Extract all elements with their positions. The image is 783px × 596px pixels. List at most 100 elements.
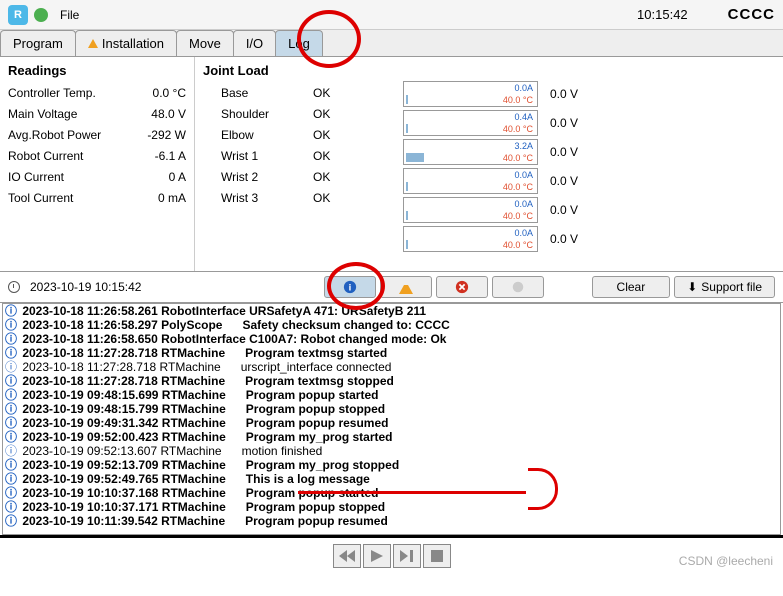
meter-volts: 0.0 V	[550, 174, 578, 188]
log-line[interactable]: ⓘ 2023-10-19 09:49:31.342 RTMachine Prog…	[3, 416, 780, 430]
tab-installation[interactable]: Installation	[75, 30, 177, 56]
meter-volts: 0.0 V	[550, 87, 578, 101]
meter-volts: 0.0 V	[550, 116, 578, 130]
filter-disabled-button[interactable]	[492, 276, 544, 298]
meter-amps: 0.0A	[514, 83, 533, 93]
log-text: 2023-10-18 11:27:28.718 RTMachine urscri…	[19, 360, 391, 374]
status-dot-icon	[34, 8, 48, 22]
log-line[interactable]: ⓘ 2023-10-18 11:27:28.718 RTMachine ursc…	[3, 360, 780, 374]
meter-temp: 40.0 °C	[503, 124, 533, 134]
clear-button[interactable]: Clear	[592, 276, 671, 298]
filter-info-button[interactable]: i	[324, 276, 376, 298]
info-icon: ⓘ	[3, 318, 19, 332]
tab-io[interactable]: I/O	[233, 30, 276, 56]
info-icon: ⓘ	[3, 304, 19, 318]
joint-status: OK	[313, 191, 330, 205]
meter-amps: 0.0A	[514, 199, 533, 209]
joint-row: ElbowOK	[203, 128, 387, 142]
log-line[interactable]: ⓘ 2023-10-18 11:26:58.297 PolyScope Safe…	[3, 318, 780, 332]
joint-row: Wrist 2OK	[203, 170, 387, 184]
log-text: 2023-10-19 09:52:13.607 RTMachine motion…	[19, 444, 322, 458]
log-line[interactable]: ⓘ 2023-10-19 10:10:37.171 RTMachine Prog…	[3, 500, 780, 514]
log-controls: 2023-10-19 10:15:42 i Clear ⬇Support fil…	[0, 271, 783, 303]
joint-row: Wrist 1OK	[203, 149, 387, 163]
meter-row: 3.2A40.0 °C0.0 V	[403, 139, 775, 165]
log-line[interactable]: ⓘ 2023-10-18 11:27:28.718 RTMachine Prog…	[3, 374, 780, 388]
reading-value: 48.0 V	[151, 107, 186, 121]
reading-value: -6.1 A	[155, 149, 186, 163]
info-icon: ⓘ	[3, 472, 19, 486]
joint-name: Wrist 1	[203, 149, 313, 163]
joint-load-panel: Joint Load BaseOKShoulderOKElbowOKWrist …	[195, 57, 395, 271]
log-area[interactable]: ⓘ 2023-10-18 11:26:58.261 RobotInterface…	[2, 303, 781, 535]
log-line[interactable]: ⓘ 2023-10-19 10:11:39.542 RTMachine Prog…	[3, 514, 780, 528]
ur-logo-icon: R	[8, 5, 28, 25]
meter-row: 0.0A40.0 °C0.0 V	[403, 226, 775, 252]
log-timestamp: 2023-10-19 10:15:42	[30, 280, 141, 294]
support-file-button[interactable]: ⬇Support file	[674, 276, 775, 298]
log-line[interactable]: ⓘ 2023-10-19 09:52:49.765 RTMachine This…	[3, 472, 780, 486]
reading-row: Robot Current-6.1 A	[8, 149, 186, 163]
meter-row: 0.0A40.0 °C0.0 V	[403, 197, 775, 223]
reading-value: -292 W	[147, 128, 186, 142]
filter-error-button[interactable]	[436, 276, 488, 298]
log-line[interactable]: ⓘ 2023-10-18 11:26:58.261 RobotInterface…	[3, 304, 780, 318]
warning-icon	[88, 39, 98, 48]
file-menu[interactable]: File	[60, 8, 79, 22]
log-line[interactable]: ⓘ 2023-10-18 11:26:58.650 RobotInterface…	[3, 332, 780, 346]
meter-amps: 0.4A	[514, 112, 533, 122]
joint-status: OK	[313, 128, 330, 142]
reading-label: Main Voltage	[8, 107, 77, 121]
meter-temp: 40.0 °C	[503, 240, 533, 250]
info-icon: ⓘ	[3, 486, 19, 500]
log-line[interactable]: ⓘ 2023-10-19 09:48:15.799 RTMachine Prog…	[3, 402, 780, 416]
log-text: 2023-10-19 09:52:00.423 RTMachine Progra…	[19, 430, 393, 444]
reading-value: 0 A	[169, 170, 186, 184]
log-line[interactable]: ⓘ 2023-10-19 10:10:37.168 RTMachine Prog…	[3, 486, 780, 500]
tab-log[interactable]: Log	[275, 30, 323, 56]
tab-move[interactable]: Move	[176, 30, 234, 56]
joint-row: ShoulderOK	[203, 107, 387, 121]
log-text: 2023-10-18 11:27:28.718 RTMachine Progra…	[19, 346, 387, 360]
stop-button[interactable]	[423, 544, 451, 568]
watermark: CSDN @leecheni	[679, 554, 773, 568]
svg-text:i: i	[348, 283, 351, 294]
filter-warning-button[interactable]	[380, 276, 432, 298]
info-icon: ⓘ	[3, 430, 19, 444]
info-icon: ⓘ	[3, 388, 19, 402]
log-text: 2023-10-19 10:11:39.542 RTMachine Progra…	[19, 514, 388, 528]
joint-name: Base	[203, 86, 313, 100]
log-line[interactable]: ⓘ 2023-10-19 09:52:00.423 RTMachine Prog…	[3, 430, 780, 444]
meter-volts: 0.0 V	[550, 232, 578, 246]
info-icon: ⓘ	[3, 332, 19, 346]
reading-row: IO Current0 A	[8, 170, 186, 184]
log-text: 2023-10-19 09:52:49.765 RTMachine This i…	[19, 472, 370, 486]
play-button[interactable]	[363, 544, 391, 568]
reading-label: Controller Temp.	[8, 86, 96, 100]
main-tabs: Program Installation Move I/O Log	[0, 30, 783, 57]
meter-amps: 3.2A	[514, 141, 533, 151]
joint-load-title: Joint Load	[203, 63, 387, 78]
meter-temp: 40.0 °C	[503, 95, 533, 105]
log-text: 2023-10-19 09:48:15.799 RTMachine Progra…	[19, 402, 385, 416]
log-line[interactable]: ⓘ 2023-10-19 09:52:13.607 RTMachine moti…	[3, 444, 780, 458]
step-button[interactable]	[393, 544, 421, 568]
tab-program[interactable]: Program	[0, 30, 76, 56]
clock-icon	[8, 281, 20, 293]
log-line[interactable]: ⓘ 2023-10-19 09:52:13.709 RTMachine Prog…	[3, 458, 780, 472]
log-line[interactable]: ⓘ 2023-10-19 09:48:15.699 RTMachine Prog…	[3, 388, 780, 402]
info-icon: ⓘ	[3, 444, 19, 458]
reading-row: Controller Temp.0.0 °C	[8, 86, 186, 100]
meter-volts: 0.0 V	[550, 203, 578, 217]
clock-time: 10:15:42	[637, 7, 688, 22]
meter-row: 0.4A 40.0 °C 0.0 V	[403, 110, 775, 136]
rewind-button[interactable]	[333, 544, 361, 568]
reading-label: Avg.Robot Power	[8, 128, 101, 142]
reading-value: 0 mA	[158, 191, 186, 205]
meter-temp: 40.0 °C	[503, 182, 533, 192]
info-icon: ⓘ	[3, 458, 19, 472]
reading-row: Main Voltage 48.0 V	[8, 107, 186, 121]
log-line[interactable]: ⓘ 2023-10-18 11:27:28.718 RTMachine Prog…	[3, 346, 780, 360]
info-icon: ⓘ	[3, 416, 19, 430]
joint-status: OK	[313, 86, 330, 100]
